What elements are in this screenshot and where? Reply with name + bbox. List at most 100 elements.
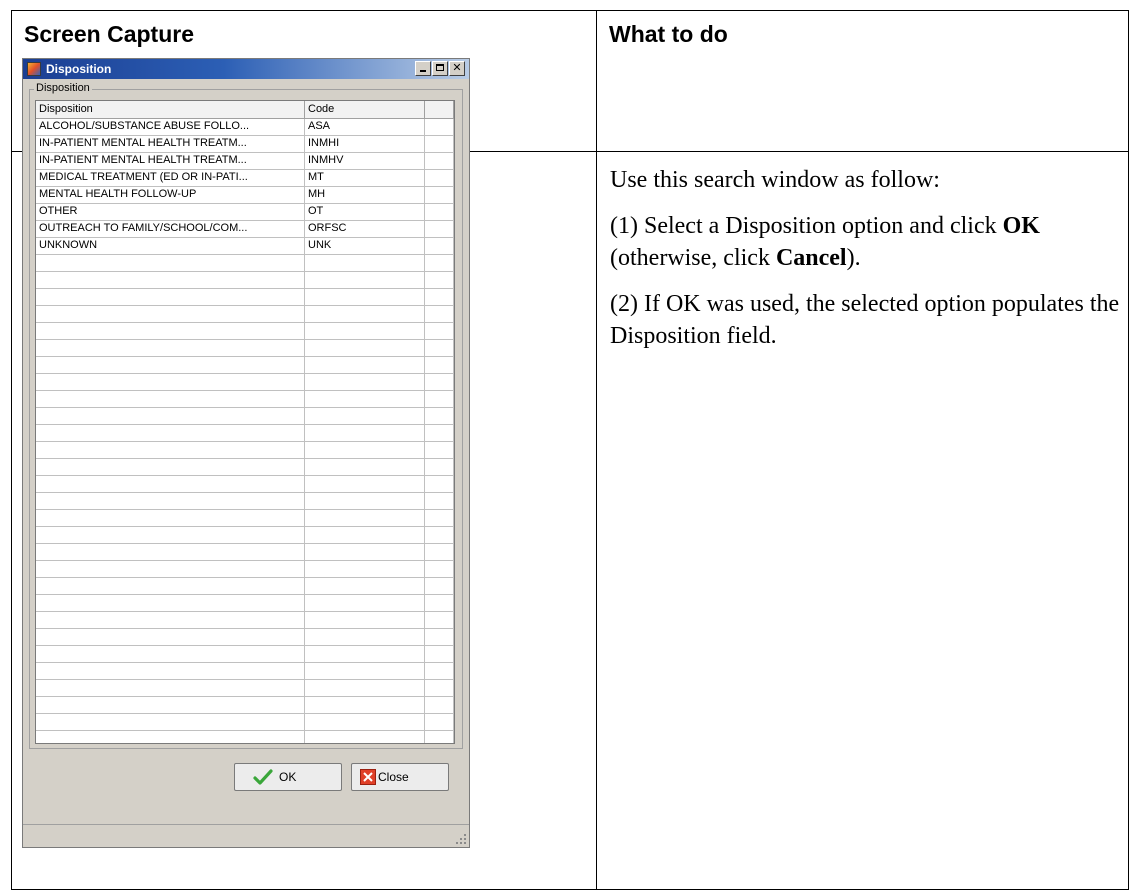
step1-prefix: (1) Select a Disposition option and clic… <box>610 212 1003 239</box>
disposition-cell <box>36 357 305 373</box>
code-cell <box>305 306 425 322</box>
table-row[interactable]: IN-PATIENT MENTAL HEALTH TREATM... INMHV <box>36 153 454 170</box>
disposition-cell <box>36 306 305 322</box>
disposition-cell <box>36 340 305 356</box>
code-cell: MT <box>305 170 425 186</box>
empty-row <box>36 425 454 442</box>
empty-row <box>36 544 454 561</box>
disposition-cell <box>36 629 305 645</box>
minimize-button[interactable] <box>415 61 431 76</box>
disposition-cell <box>36 663 305 679</box>
empty-row <box>36 697 454 714</box>
empty-row <box>36 255 454 272</box>
disposition-cell: UNKNOWN <box>36 238 305 254</box>
code-cell: ORFSC <box>305 221 425 237</box>
code-cell <box>305 374 425 390</box>
blank-cell <box>425 527 454 543</box>
code-cell: ASA <box>305 119 425 135</box>
disposition-cell: ALCOHOL/SUBSTANCE ABUSE FOLLO... <box>36 119 305 135</box>
code-cell <box>305 340 425 356</box>
code-cell: UNK <box>305 238 425 254</box>
table-row[interactable]: UNKNOWN UNK <box>36 238 454 255</box>
close-label: Close <box>378 770 409 784</box>
step1-cancel-bold: Cancel <box>775 244 847 271</box>
table-row[interactable]: OTHER OT <box>36 204 454 221</box>
resize-grip-icon[interactable] <box>456 834 466 844</box>
disposition-cell <box>36 323 305 339</box>
close-icon: ✕ <box>452 62 462 74</box>
blank-cell <box>425 323 454 339</box>
disposition-cell <box>36 646 305 662</box>
column-header-disposition[interactable]: Disposition <box>36 101 305 118</box>
blank-cell <box>425 306 454 322</box>
empty-row <box>36 595 454 612</box>
title-bar[interactable]: Disposition ✕ <box>23 59 469 79</box>
code-cell <box>305 527 425 543</box>
disposition-cell <box>36 391 305 407</box>
disposition-cell: IN-PATIENT MENTAL HEALTH TREATM... <box>36 153 305 169</box>
disposition-cell <box>36 697 305 713</box>
blank-cell <box>425 408 454 424</box>
empty-row <box>36 510 454 527</box>
empty-row <box>36 663 454 680</box>
header-what-to-do: What to do <box>609 21 728 47</box>
blank-cell <box>425 612 454 628</box>
blank-cell <box>425 187 454 203</box>
empty-row <box>36 323 454 340</box>
blank-cell <box>425 255 454 271</box>
close-button[interactable]: Close <box>351 763 449 791</box>
close-window-button[interactable]: ✕ <box>449 61 465 76</box>
disposition-cell <box>36 578 305 594</box>
table-row[interactable]: MEDICAL TREATMENT (ED OR IN-PATI... MT <box>36 170 454 187</box>
column-header-code[interactable]: Code <box>305 101 425 118</box>
empty-row <box>36 442 454 459</box>
code-cell <box>305 442 425 458</box>
disposition-cell <box>36 374 305 390</box>
blank-cell <box>425 221 454 237</box>
code-cell <box>305 561 425 577</box>
maximize-button[interactable] <box>432 61 448 76</box>
grid-header: Disposition Code <box>36 101 454 119</box>
table-row[interactable]: MENTAL HEALTH FOLLOW-UP MH <box>36 187 454 204</box>
empty-row <box>36 646 454 663</box>
code-cell <box>305 663 425 679</box>
code-cell <box>305 612 425 628</box>
blank-cell <box>425 357 454 373</box>
ok-label: OK <box>279 770 297 784</box>
code-cell <box>305 714 425 730</box>
blank-cell <box>425 510 454 526</box>
blank-cell <box>425 170 454 186</box>
empty-row <box>36 731 454 743</box>
blank-cell <box>425 663 454 679</box>
empty-row <box>36 357 454 374</box>
empty-row <box>36 476 454 493</box>
disposition-cell <box>36 459 305 475</box>
code-cell <box>305 289 425 305</box>
table-row[interactable]: ALCOHOL/SUBSTANCE ABUSE FOLLO... ASA <box>36 119 454 136</box>
blank-cell <box>425 731 454 743</box>
blank-cell <box>425 272 454 288</box>
empty-row <box>36 408 454 425</box>
disposition-cell <box>36 731 305 743</box>
ok-button[interactable]: OK <box>234 763 342 791</box>
disposition-grid[interactable]: Disposition Code ALCOHOL/SUBSTANCE ABUSE… <box>35 100 455 744</box>
blank-cell <box>425 459 454 475</box>
code-cell <box>305 408 425 424</box>
blank-cell <box>425 697 454 713</box>
blank-cell <box>425 714 454 730</box>
table-row[interactable]: OUTREACH TO FAMILY/SCHOOL/COM... ORFSC <box>36 221 454 238</box>
disposition-cell <box>36 289 305 305</box>
x-icon <box>360 769 376 785</box>
code-cell <box>305 646 425 662</box>
disposition-dialog: Disposition ✕ Disposition Disposition Co… <box>22 58 470 848</box>
app-icon <box>27 62 41 76</box>
blank-cell <box>425 340 454 356</box>
empty-row <box>36 629 454 646</box>
blank-cell <box>425 425 454 441</box>
empty-row <box>36 612 454 629</box>
window-controls: ✕ <box>415 61 465 76</box>
blank-cell <box>425 374 454 390</box>
empty-row <box>36 289 454 306</box>
table-row[interactable]: IN-PATIENT MENTAL HEALTH TREATM... INMHI <box>36 136 454 153</box>
disposition-cell <box>36 510 305 526</box>
